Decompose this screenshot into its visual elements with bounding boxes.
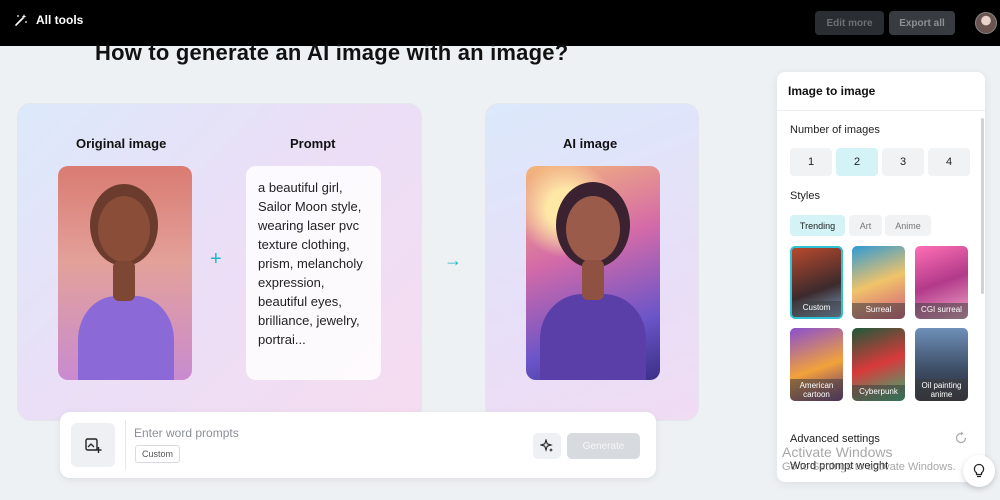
reset-icon[interactable] (954, 431, 968, 445)
upload-image-button[interactable] (71, 423, 115, 467)
original-image (58, 166, 192, 380)
divider (125, 420, 126, 470)
style-caption: Cyberpunk (852, 385, 905, 401)
ai-image-label: AI image (563, 136, 618, 151)
example-prompt-text: a beautiful girl, Sailor Moon style, wea… (246, 166, 381, 380)
all-tools-button[interactable]: All tools (14, 13, 83, 27)
image-upload-icon (85, 438, 102, 453)
watermark-line-2: Go to Settings to activate Windows. (782, 461, 956, 473)
style-caption: Custom (792, 301, 841, 317)
custom-chip[interactable]: Custom (135, 445, 181, 463)
lightbulb-icon (973, 463, 985, 478)
style-cgi-surreal[interactable]: CGI surreal (915, 246, 968, 319)
magic-wand-icon (15, 14, 27, 26)
style-custom[interactable]: Custom (790, 246, 843, 319)
style-caption: CGI surreal (915, 303, 968, 319)
generate-button[interactable]: Generate (567, 433, 640, 459)
style-oil-painting-anime[interactable]: Oil painting anime (915, 328, 968, 401)
tab-trending[interactable]: Trending (790, 215, 845, 236)
arrow-right-icon: → (444, 250, 462, 270)
style-caption: Oil painting anime (915, 379, 968, 401)
number-option-2[interactable]: 2 (836, 148, 878, 176)
page-title: How to generate an AI image with an imag… (95, 40, 569, 65)
edit-more-button[interactable]: Edit more (815, 11, 884, 35)
prompt-input-bar: Custom Generate (60, 412, 656, 478)
number-option-3[interactable]: 3 (882, 148, 924, 176)
prompt-input[interactable] (134, 424, 514, 442)
help-button[interactable] (963, 455, 995, 487)
style-cyberpunk[interactable]: Cyberpunk (852, 328, 905, 401)
number-option-4[interactable]: 4 (928, 148, 970, 176)
style-caption: American cartoon (790, 379, 843, 401)
windows-activation-watermark: Activate Windows Go to Settings to activ… (782, 444, 956, 473)
avatar[interactable] (975, 12, 997, 34)
style-american-cartoon[interactable]: American cartoon (790, 328, 843, 401)
ai-generated-image (526, 166, 660, 380)
original-image-label: Original image (76, 136, 167, 151)
scrollbar[interactable] (981, 118, 984, 294)
number-of-images-label: Number of images (790, 124, 880, 136)
image-to-image-panel: Image to image Number of images 1 2 3 4 … (777, 72, 985, 482)
tab-art[interactable]: Art (849, 215, 882, 236)
magic-enhance-button[interactable] (533, 433, 561, 459)
style-caption: Surreal (852, 303, 905, 319)
tab-anime[interactable]: Anime (885, 215, 931, 236)
prompt-label: Prompt (290, 136, 336, 151)
sparkle-icon (540, 439, 553, 452)
number-option-1[interactable]: 1 (790, 148, 832, 176)
style-surreal[interactable]: Surreal (852, 246, 905, 319)
all-tools-label: All tools (36, 13, 84, 27)
watermark-line-1: Activate Windows (782, 444, 893, 460)
divider (777, 110, 985, 111)
panel-title: Image to image (788, 84, 876, 98)
plus-icon: + (210, 248, 222, 270)
export-all-button[interactable]: Export all (889, 11, 955, 35)
styles-label: Styles (790, 190, 820, 202)
